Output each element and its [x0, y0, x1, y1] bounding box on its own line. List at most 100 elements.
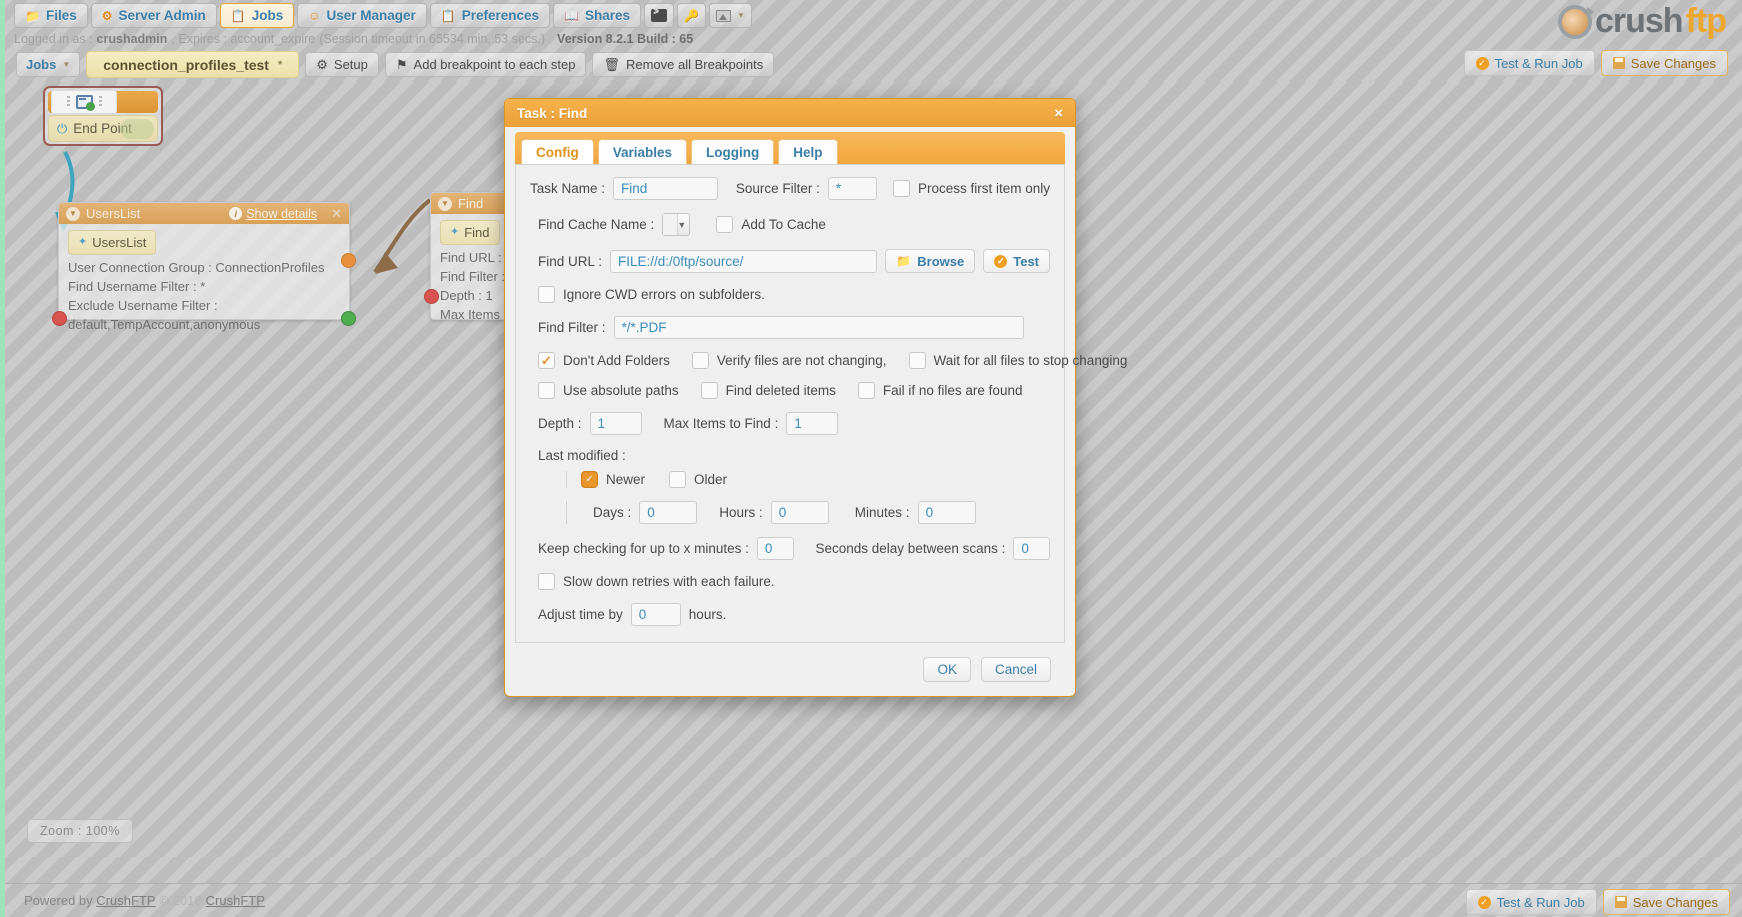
book-icon: 📖 [564, 10, 579, 22]
job-tab-connection-profiles-test[interactable]: connection_profiles_test * [86, 51, 299, 78]
node-userslist[interactable]: ▼ UsersList i Show details ✕ ✦ UsersList… [58, 202, 350, 320]
add-to-cache-label: Add To Cache [741, 217, 826, 232]
nav-item-shares[interactable]: 📖 Shares [553, 3, 641, 28]
collapse-icon[interactable]: ▼ [438, 197, 452, 211]
check-circle-icon: ✓ [994, 255, 1007, 268]
slow-down-retries-checkbox[interactable] [538, 573, 555, 590]
older-radio[interactable] [669, 471, 686, 488]
cancel-label: Cancel [995, 662, 1037, 677]
save-changes-button[interactable]: Save Changes [1601, 50, 1728, 76]
app-root: 📁 Files ⚙ Server Admin 📋 Jobs ☺ User Man… [0, 0, 1742, 917]
nav-item-key[interactable]: 🔑 [677, 3, 706, 28]
seconds-delay-input[interactable]: 0 [1013, 537, 1050, 560]
left-accent-rail [0, 0, 5, 917]
find-filter-input[interactable]: */*.PDF [614, 316, 1024, 339]
days-input[interactable]: 0 [639, 501, 697, 524]
slow-down-retries-label: Slow down retries with each failure. [563, 574, 775, 589]
footer-save-changes-button[interactable]: Save Changes [1603, 889, 1730, 915]
adjust-time-input[interactable]: 0 [631, 603, 681, 626]
nav-label: Shares [585, 8, 630, 23]
zoom-level-indicator[interactable]: Zoom : 100% [27, 819, 133, 843]
find-cache-row: Find Cache Name : ▼ Add To Cache [530, 213, 1050, 236]
footer-test-run-job-button[interactable]: ✓ Test & Run Job [1466, 889, 1597, 915]
wand-icon: ✦ [450, 223, 459, 242]
close-icon[interactable]: × [1054, 106, 1063, 121]
find-deleted-items-checkbox[interactable] [701, 382, 718, 399]
node-input-port[interactable] [52, 311, 67, 326]
slow-down-row: Slow down retries with each failure. [530, 573, 1050, 590]
add-window-icon [76, 95, 93, 109]
node-end-point-icon-chip[interactable] [51, 90, 117, 114]
cancel-button[interactable]: Cancel [981, 657, 1051, 682]
verify-files-checkbox[interactable] [692, 352, 709, 369]
browse-button[interactable]: 📁 Browse [885, 249, 975, 273]
fail-if-none-checkbox[interactable] [858, 382, 875, 399]
clipboard-icon: 📋 [231, 10, 246, 22]
node-userslist-line: default,TempAccount,anonymous [68, 315, 340, 334]
footer-link-crushftp-1[interactable]: CrushFTP [96, 893, 155, 908]
task-name-row: Task Name : Find Source Filter : * Proce… [530, 177, 1050, 200]
node-userslist-tag[interactable]: ✦ UsersList [68, 230, 156, 255]
depth-input[interactable]: 1 [590, 412, 642, 435]
nav-item-user-manager[interactable]: ☺ User Manager [297, 3, 427, 28]
test-button[interactable]: ✓ Test [983, 249, 1050, 273]
newer-radio[interactable]: ✓ [581, 471, 598, 488]
task-find-dialog: Task : Find × Config Variables Logging H… [504, 98, 1076, 697]
footer-link-crushftp-2[interactable]: CrushFTP [206, 893, 265, 908]
remove-breakpoints-button[interactable]: 🗑 Remove all Breakpoints [592, 52, 774, 77]
show-details-link[interactable]: i Show details [229, 207, 317, 221]
ok-button[interactable]: OK [923, 657, 971, 682]
nav-item-files[interactable]: 📁 Files [14, 3, 88, 28]
nav-item-theme[interactable]: ▼ [709, 3, 752, 28]
node-end-point[interactable]: ⏻ End Point [43, 86, 163, 146]
find-url-input[interactable]: FILE://d:/0ftp/source/ [610, 250, 877, 273]
node-output-port[interactable] [341, 311, 356, 326]
node-input-port[interactable] [424, 289, 439, 304]
keep-checking-input[interactable]: 0 [757, 537, 794, 560]
node-error-port[interactable] [341, 253, 356, 268]
add-to-cache-checkbox[interactable] [716, 216, 733, 233]
process-first-item-checkbox[interactable] [893, 180, 910, 197]
dialog-titlebar[interactable]: Task : Find × [505, 99, 1075, 127]
add-breakpoint-button[interactable]: ⚑ Add breakpoint to each step [385, 52, 587, 77]
ignore-cwd-checkbox[interactable] [538, 286, 555, 303]
drag-handle-icon[interactable] [67, 96, 70, 108]
tab-label: Config [536, 145, 579, 160]
wait-all-files-checkbox[interactable] [909, 352, 926, 369]
task-name-input[interactable]: Find [613, 177, 718, 200]
drag-handle-icon[interactable] [99, 96, 102, 108]
nav-item-preferences[interactable]: 📋 Preferences [430, 3, 550, 28]
session-timeout: (Session timeout in 65534 min, 53 secs.) [319, 32, 545, 46]
flag-icon: ⚑ [396, 57, 408, 73]
node-end-point-body[interactable]: ⏻ End Point [48, 115, 158, 142]
setup-button[interactable]: ⚙ Setup [305, 52, 379, 77]
dont-add-folders-checkbox[interactable]: ✓ [538, 352, 555, 369]
last-modified-label: Last modified : [538, 448, 626, 463]
nav-item-server-admin[interactable]: ⚙ Server Admin [91, 3, 217, 28]
test-run-job-button[interactable]: ✓ Test & Run Job [1464, 50, 1595, 76]
node-find-tag[interactable]: ✦ Find [440, 220, 500, 245]
time-offset-row: Days : 0 Hours : 0 Minutes : 0 [566, 501, 1050, 524]
tab-variables[interactable]: Variables [598, 139, 687, 164]
use-absolute-paths-checkbox[interactable] [538, 382, 555, 399]
find-filter-label: Find Filter : [538, 320, 606, 335]
minutes-input[interactable]: 0 [918, 501, 976, 524]
hours-input[interactable]: 0 [771, 501, 829, 524]
max-items-input[interactable]: 1 [786, 412, 838, 435]
find-cache-name-select[interactable]: ▼ [662, 213, 690, 236]
tab-help[interactable]: Help [778, 139, 837, 164]
source-filter-input[interactable]: * [828, 177, 877, 200]
nav-item-terminal[interactable] [644, 3, 674, 28]
jobs-dropdown-label: Jobs [26, 57, 56, 72]
close-icon[interactable]: ✕ [331, 206, 342, 222]
fail-if-none-label: Fail if no files are found [883, 383, 1023, 398]
jobs-dropdown-button[interactable]: Jobs ▼ [16, 52, 80, 77]
collapse-icon[interactable]: ▼ [66, 207, 80, 221]
nav-item-jobs[interactable]: 📋 Jobs [220, 3, 294, 28]
tab-config[interactable]: Config [521, 139, 594, 164]
tab-label: Variables [613, 145, 672, 160]
verify-files-label: Verify files are not changing, [717, 353, 887, 368]
node-userslist-header[interactable]: ▼ UsersList i Show details ✕ [59, 203, 349, 224]
tab-logging[interactable]: Logging [691, 139, 774, 164]
keep-checking-label: Keep checking for up to x minutes : [538, 541, 749, 556]
